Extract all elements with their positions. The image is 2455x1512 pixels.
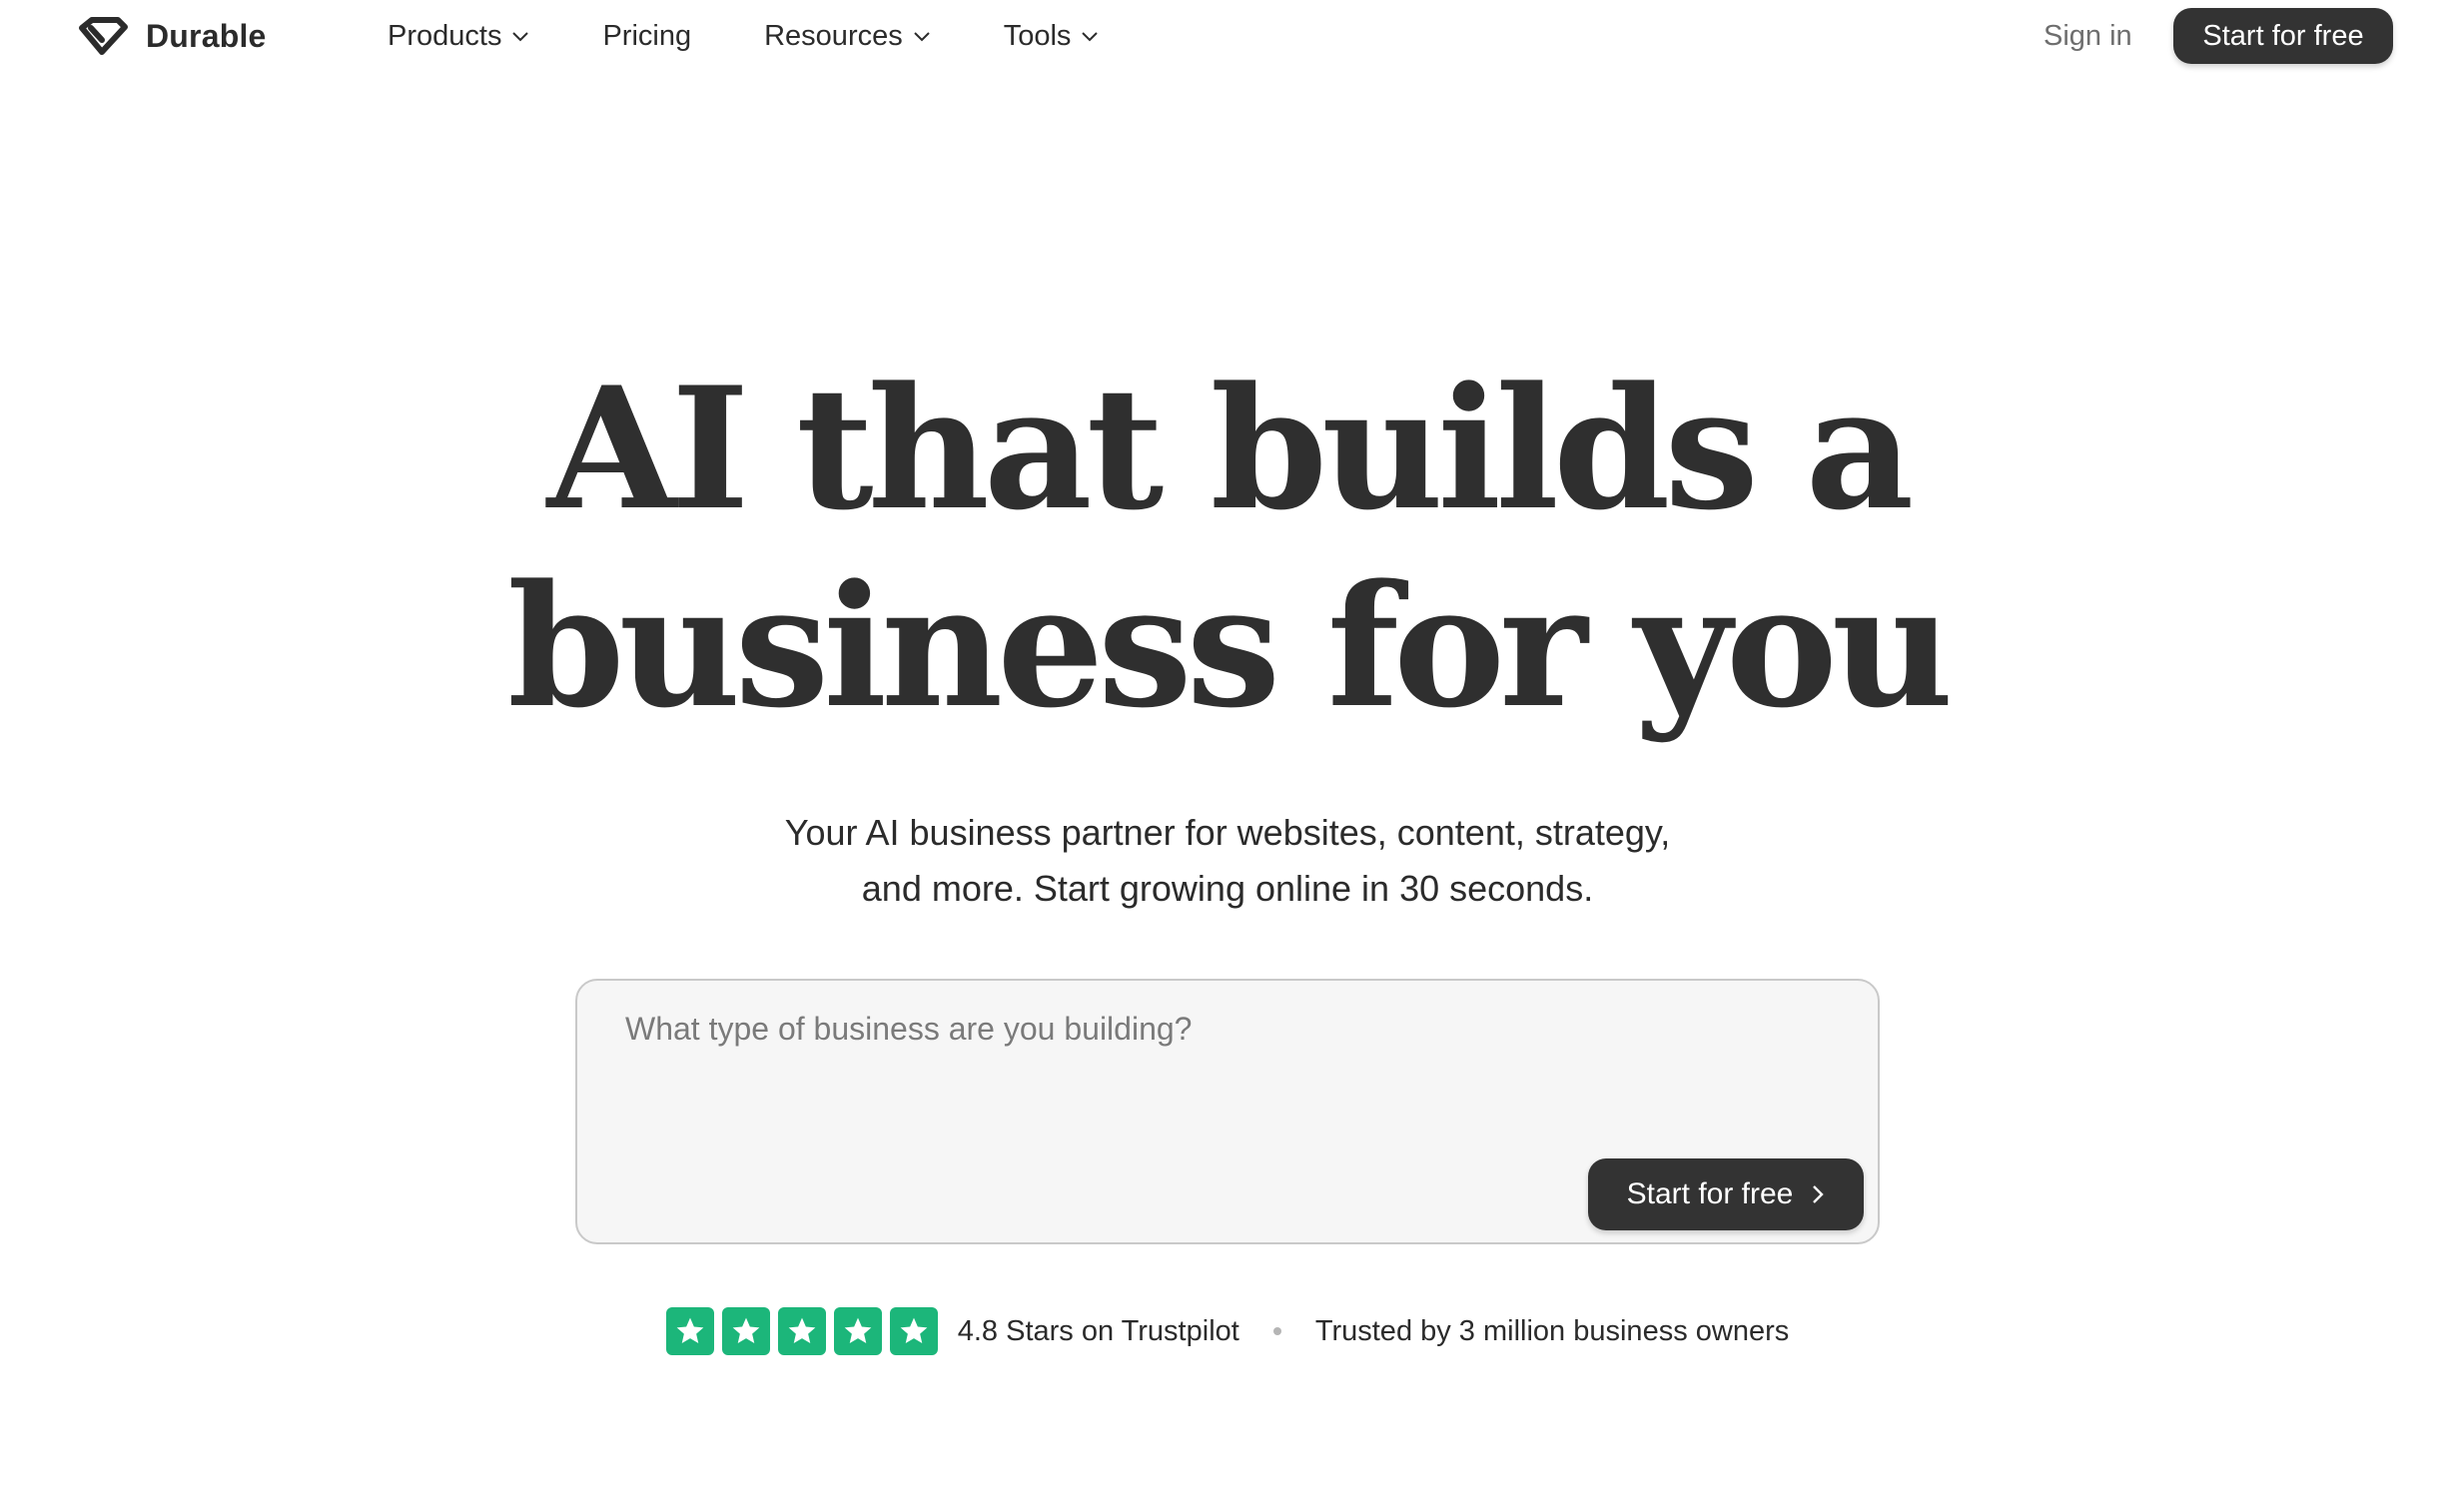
nav-item-resources[interactable]: Resources — [764, 20, 931, 53]
nav-item-label: Resources — [764, 19, 903, 52]
top-nav: Durable Products Pricing Resources Tools — [0, 0, 2455, 72]
nav-start-free-button[interactable]: Start for free — [2173, 8, 2393, 64]
nav-item-pricing[interactable]: Pricing — [602, 20, 691, 53]
separator-dot — [1272, 1327, 1281, 1335]
hero-title: AI that builds a business for you — [0, 350, 2455, 745]
hero-title-line-2: business for you — [507, 547, 1954, 745]
trust-row: 4.8 Stars on Trustpilot Trusted by 3 mil… — [0, 1306, 2455, 1356]
nav-item-label: Pricing — [602, 19, 692, 52]
nav-item-label: Tools — [1003, 19, 1072, 52]
hero-title-line-1: AI that builds a — [546, 350, 1915, 547]
trustpilot-stars — [665, 1307, 938, 1355]
star-badge — [721, 1307, 770, 1355]
hero-subtitle-line-2: and more. Start growing online in 30 sec… — [861, 868, 1594, 909]
trustpilot-rating-text: 4.8 Stars on Trustpilot — [957, 1314, 1239, 1347]
chevron-down-icon — [914, 32, 930, 42]
nav-links: Products Pricing Resources Tools — [388, 14, 1172, 58]
star-icon — [844, 1317, 872, 1343]
hero-subtitle: Your AI business partner for websites, c… — [0, 805, 2455, 917]
brand-logo-link[interactable]: Durable — [78, 14, 267, 58]
star-badge — [889, 1307, 938, 1355]
chevron-right-icon — [1813, 1185, 1825, 1203]
trusted-by-text: Trusted by 3 million business owners — [1314, 1314, 1790, 1347]
star-badge — [777, 1307, 826, 1355]
sign-in-link[interactable]: Sign in — [2044, 14, 2132, 58]
nav-item-products[interactable]: Products — [388, 20, 529, 53]
business-type-input[interactable] — [625, 1011, 1784, 1150]
star-icon — [900, 1317, 928, 1343]
star-badge — [665, 1307, 714, 1355]
prompt-start-free-button[interactable]: Start for free — [1588, 1158, 1864, 1230]
nav-item-tools[interactable]: Tools — [1004, 20, 1100, 53]
chevron-down-icon — [1082, 32, 1099, 42]
chevron-down-icon — [512, 32, 529, 42]
nav-item-label: Products — [388, 19, 502, 52]
star-icon — [676, 1317, 704, 1343]
brand-name: Durable — [146, 17, 267, 54]
star-icon — [788, 1317, 816, 1343]
hero-subtitle-line-1: Your AI business partner for websites, c… — [784, 812, 1671, 853]
diamond-logo-icon — [79, 17, 128, 55]
business-prompt-box: Start for free — [575, 979, 1880, 1244]
prompt-cta-label: Start for free — [1626, 1177, 1794, 1210]
page: Durable Products Pricing Resources Tools — [0, 0, 2455, 1512]
star-badge — [833, 1307, 882, 1355]
star-icon — [732, 1317, 760, 1343]
